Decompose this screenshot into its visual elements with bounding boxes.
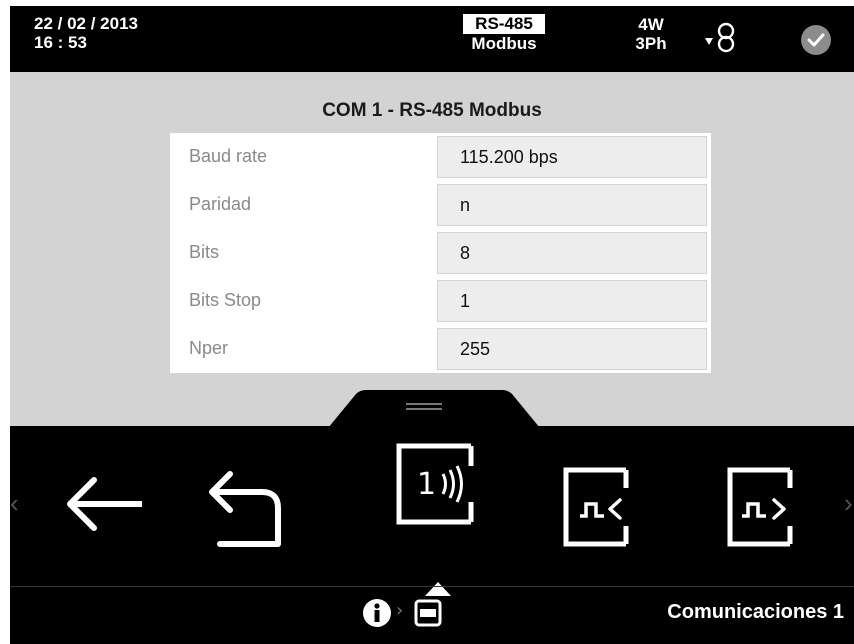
- table-row: Baud rate 115.200 bps: [170, 133, 711, 181]
- date-display: 22 / 02 / 2013: [34, 14, 138, 33]
- param-value: 255: [460, 339, 491, 359]
- status-header: 22 / 02 / 2013 16 : 53 RS-485 Modbus 4W …: [10, 6, 854, 72]
- page-title: COM 1 - RS-485 Modbus: [322, 100, 542, 121]
- selected-indicator-icon: [425, 582, 451, 596]
- param-label: Nper: [189, 338, 229, 358]
- arrow-left-icon[interactable]: [62, 472, 146, 536]
- table-row: Bits Stop 1: [170, 277, 711, 325]
- signal-in-icon[interactable]: [562, 466, 640, 550]
- footer-divider: [10, 586, 854, 587]
- parameter-table: Baud rate 115.200 bps Paridad n Bits 8 B…: [170, 133, 711, 373]
- table-row: Nper 255: [170, 325, 711, 373]
- param-value: 1: [460, 291, 471, 311]
- menu-pull-tab[interactable]: [10, 388, 854, 428]
- undo-icon[interactable]: [202, 466, 286, 550]
- scroll-left-icon[interactable]: ‹: [10, 488, 19, 519]
- table-row: Paridad n: [170, 181, 711, 229]
- param-value: 115.200 bps: [460, 147, 558, 167]
- param-value-field[interactable]: n: [437, 184, 707, 226]
- param-value: n: [460, 195, 471, 215]
- transformer-icon: [705, 22, 735, 53]
- wiring-wires: 4W: [638, 15, 664, 34]
- check-circle-icon[interactable]: [799, 23, 833, 57]
- screen-title: Comunicaciones 1: [667, 601, 844, 623]
- device-screen: 22 / 02 / 2013 16 : 53 RS-485 Modbus 4W …: [10, 6, 854, 644]
- param-label: Bits: [189, 242, 220, 262]
- protocol-type: RS-485: [463, 14, 545, 34]
- wiring-phases: 3Ph: [635, 34, 667, 53]
- scroll-right-icon[interactable]: ›: [844, 488, 853, 519]
- com1-wireless-icon[interactable]: 1: [395, 442, 485, 528]
- param-label: Bits Stop: [189, 290, 262, 310]
- protocol-name: Modbus: [471, 34, 537, 53]
- param-label: Baud rate: [189, 146, 268, 166]
- screen-icon[interactable]: [414, 599, 442, 627]
- param-value-field[interactable]: 8: [437, 232, 707, 274]
- table-row: Bits 8: [170, 229, 711, 277]
- breadcrumb-separator-icon: ›: [396, 600, 404, 621]
- param-value-field[interactable]: 255: [437, 328, 707, 370]
- time-display: 16 : 53: [34, 33, 87, 52]
- param-value: 8: [460, 243, 471, 263]
- param-value-field[interactable]: 1: [437, 280, 707, 322]
- signal-out-icon[interactable]: [726, 466, 804, 550]
- param-value-field[interactable]: 115.200 bps: [437, 136, 707, 178]
- protocol-indicator: RS-485 Modbus: [459, 14, 549, 66]
- com-number: 1: [417, 467, 436, 502]
- info-icon[interactable]: [362, 598, 392, 628]
- wiring-indicator: 4W 3Ph: [631, 15, 671, 53]
- param-label: Paridad: [189, 194, 252, 214]
